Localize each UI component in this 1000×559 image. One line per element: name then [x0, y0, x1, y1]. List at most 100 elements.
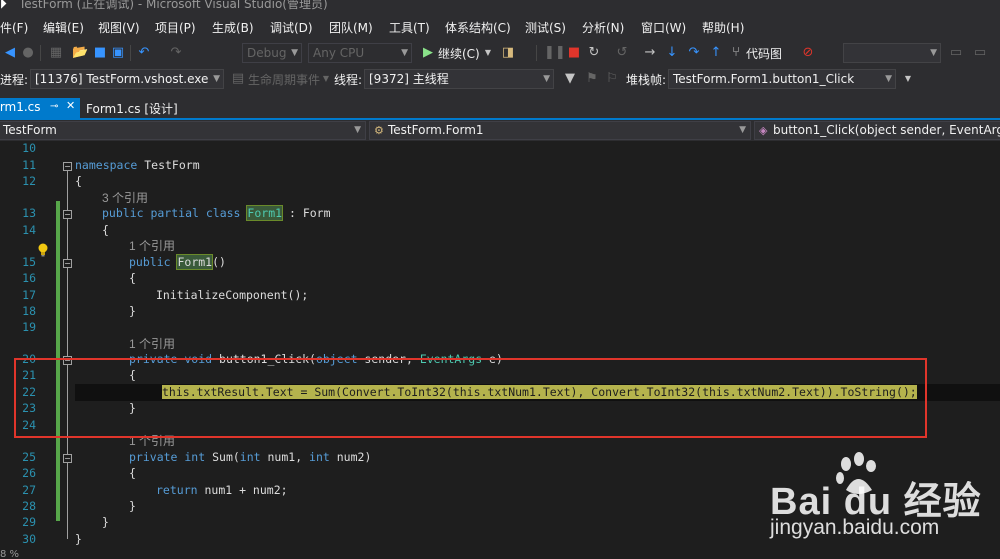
line-number: 16 — [22, 271, 36, 285]
process-label: 进程: — [0, 73, 29, 87]
save-all-icon[interactable]: ▣ — [110, 45, 126, 61]
code-line-16: { — [129, 271, 136, 285]
class-icon: ⚙ — [374, 124, 384, 137]
menu-project[interactable]: 项目(P) — [155, 19, 196, 36]
chevron-down-icon: ▼ — [930, 48, 937, 58]
save-icon[interactable]: ■ — [92, 45, 108, 61]
toolbar-separator — [130, 45, 131, 61]
member-select[interactable]: ◈button1_Click(object sender, EventArgs … — [754, 121, 1000, 140]
attach-icon[interactable]: ◨ — [500, 45, 516, 61]
collapse-namespace-icon[interactable]: − — [63, 162, 72, 171]
menu-build[interactable]: 生成(B) — [212, 19, 254, 36]
step-into-icon[interactable]: ↓ — [664, 45, 680, 61]
code-line-14: { — [102, 223, 109, 237]
outline-guide — [67, 171, 68, 539]
menu-tools[interactable]: 工具(T) — [389, 19, 430, 36]
chevron-down-icon[interactable]: ▼ — [318, 71, 334, 87]
type-select[interactable]: ⚙ TestForm.Form1 ▼ — [369, 121, 751, 140]
code-line-28: } — [129, 499, 136, 513]
back-icon[interactable]: ◀ — [2, 45, 18, 61]
tab-form1-design[interactable]: Form1.cs [设计] — [86, 100, 178, 120]
solution-platform-select[interactable]: Any CPU ▼ — [308, 43, 412, 63]
chevron-down-icon: ▼ — [401, 48, 408, 58]
code-line-25: private int Sum(int num1, int num2) — [129, 450, 372, 464]
baidu-jingyan-watermark: Bai du 经验 jingyan.baidu.com — [770, 440, 1000, 559]
line-number: 30 — [22, 532, 36, 546]
show-flagged-icon[interactable]: ⚐ — [604, 71, 620, 87]
chevron-down-icon: ▼ — [885, 74, 892, 84]
codelens-references[interactable]: 1 个引用 — [129, 335, 175, 352]
open-file-icon[interactable]: 📂 — [72, 45, 88, 61]
window-layout-icon[interactable]: ▭ — [948, 45, 964, 61]
thread-select[interactable]: [9372] 主线程 ▼ — [364, 69, 554, 89]
find-combo[interactable]: ▼ — [843, 43, 941, 63]
menu-bar: 件(F) 编辑(E) 视图(V) 项目(P) 生成(B) 调试(D) 团队(M)… — [0, 12, 1000, 40]
method-icon: ◈ — [759, 124, 768, 137]
continue-icon[interactable]: ▶ — [420, 45, 436, 61]
line-number: 19 — [22, 320, 36, 334]
title-bar: ⏵ TestForm (正在调试) - Microsoft Visual Stu… — [0, 0, 1000, 12]
menu-help[interactable]: 帮助(H) — [702, 19, 744, 36]
hot-reload-icon[interactable]: ↺ — [614, 45, 630, 61]
menu-analyze[interactable]: 分析(N) — [582, 19, 624, 36]
menu-edit[interactable]: 编辑(E) — [43, 19, 84, 36]
break-all-icon[interactable]: ❚❚ — [544, 45, 566, 61]
menu-test[interactable]: 测试(S) — [525, 19, 566, 36]
menu-view[interactable]: 视图(V) — [98, 19, 140, 36]
menu-file[interactable]: 件(F) — [0, 19, 28, 36]
window-title: TestForm (正在调试) - Microsoft Visual Studi… — [19, 0, 328, 11]
solution-configuration-select[interactable]: Debug ▼ — [242, 43, 302, 63]
codelens-references[interactable]: 3 个引用 — [102, 189, 148, 206]
breakpoints-icon[interactable]: ⊘ — [800, 45, 816, 61]
restart-icon[interactable]: ↻ — [586, 45, 602, 61]
line-number: 25 — [22, 450, 36, 464]
line-number: 14 — [22, 223, 36, 237]
code-map-button[interactable]: 代码图 — [746, 45, 782, 62]
lifecycle-events-button[interactable]: 生命周期事件 — [248, 71, 320, 88]
code-line-29: } — [102, 515, 109, 529]
line-number: 10 — [22, 141, 36, 155]
collapse-ctor-icon[interactable]: − — [63, 259, 72, 268]
tab-form1-cs[interactable]: Form1.cs ⊸ ✕ — [0, 98, 80, 118]
chevron-down-icon: ▼ — [354, 125, 361, 135]
forward-icon[interactable]: ● — [20, 45, 36, 61]
code-line-13: public partial class Form1 : Form — [102, 205, 331, 221]
document-tab-strip: Form1.cs ⊸ ✕ Form1.cs [设计] — [0, 92, 1000, 120]
code-line-15: public Form1() — [129, 254, 226, 270]
code-line-12: { — [75, 174, 82, 188]
flag-threads-icon[interactable]: ⚑ — [584, 71, 600, 87]
output-icon[interactable]: ▭ — [972, 45, 988, 61]
project-select[interactable]: TestForm ▼ — [0, 121, 366, 140]
chevron-down-icon[interactable]: ▼ — [900, 71, 916, 87]
collapse-class-icon[interactable]: − — [63, 210, 72, 219]
redo-icon[interactable]: ↷ — [168, 45, 184, 61]
new-project-icon[interactable]: ▦ — [48, 45, 64, 61]
menu-architecture[interactable]: 体系结构(C) — [445, 19, 511, 36]
line-number: 26 — [22, 466, 36, 480]
show-next-statement-icon[interactable]: → — [642, 45, 658, 61]
close-icon[interactable]: ✕ — [66, 99, 75, 112]
pin-icon[interactable]: ⊸ — [50, 101, 58, 112]
collapse-sum-icon[interactable]: − — [63, 454, 72, 463]
menu-window[interactable]: 窗口(W) — [641, 19, 686, 36]
continue-button[interactable]: 继续(C) — [438, 45, 480, 62]
stop-debugging-icon[interactable]: ■ — [566, 45, 582, 61]
watermark-site: jingyan.baidu.com — [770, 516, 940, 539]
chevron-down-icon[interactable]: ▼ — [480, 45, 496, 61]
undo-icon[interactable]: ↶ — [136, 45, 152, 61]
lifecycle-events-icon[interactable]: ▤ — [230, 71, 246, 87]
process-select[interactable]: [11376] TestForm.vshost.exe ▼ — [30, 69, 224, 89]
code-map-icon[interactable]: ⑂ — [728, 45, 744, 61]
menu-team[interactable]: 团队(M) — [329, 19, 373, 36]
code-line-17: InitializeComponent(); — [156, 288, 309, 302]
highlight-annotation-box — [14, 358, 927, 438]
menu-debug[interactable]: 调试(D) — [270, 19, 313, 36]
filter-icon[interactable]: ▼ — [562, 71, 578, 87]
step-out-icon[interactable]: ↑ — [708, 45, 724, 61]
stack-frame-select[interactable]: TestForm.Form1.button1_Click ▼ — [668, 69, 896, 89]
lightbulb-icon[interactable] — [37, 243, 49, 257]
step-over-icon[interactable]: ↷ — [686, 45, 702, 61]
toolbar-separator — [536, 45, 537, 61]
zoom-level[interactable]: 8 % — [0, 549, 70, 559]
codelens-references[interactable]: 1 个引用 — [129, 237, 175, 254]
